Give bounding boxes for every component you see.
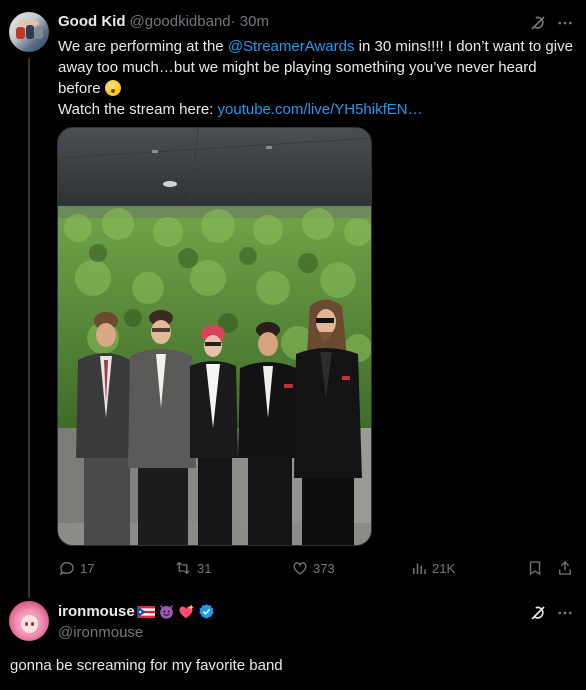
- avatar-goodkid[interactable]: [9, 12, 49, 52]
- author-handle[interactable]: @goodkidband: [130, 13, 231, 30]
- reply-text: gonna be screaming for my favorite band: [10, 657, 283, 674]
- reply-author-handle[interactable]: @ironmouse: [58, 624, 143, 641]
- retweet-icon: [176, 561, 190, 575]
- band-photo-image: [58, 128, 371, 545]
- puerto-rico-flag-icon: [136, 605, 155, 618]
- avatar-ironmouse[interactable]: [9, 601, 49, 641]
- views-count: 21K: [432, 560, 456, 576]
- like-action[interactable]: 373: [291, 558, 335, 578]
- tweet-header: Good Kid @goodkidband · 30m: [58, 13, 269, 30]
- stream-link[interactable]: youtube.com/live/YH5hikfEN…: [218, 101, 423, 118]
- views-chart-icon: [413, 563, 426, 574]
- tweet-text: We are performing at the @StreamerAwards…: [58, 36, 578, 120]
- sparkling-heart-emoji-icon: [177, 603, 195, 620]
- thread-connector-line: [28, 58, 30, 598]
- tweet-photo[interactable]: [57, 127, 372, 546]
- reply-author-name[interactable]: ironmouse: [58, 603, 135, 620]
- reply-action[interactable]: 17: [58, 558, 94, 578]
- hushed-face-emoji-icon: [104, 80, 121, 96]
- heart-icon: [293, 562, 307, 575]
- bookmark-icon: [529, 561, 541, 576]
- reply-more-options-icon[interactable]: [555, 603, 575, 623]
- author-name[interactable]: Good Kid: [58, 13, 126, 30]
- reply-header: ironmouse: [58, 603, 215, 620]
- retweet-action[interactable]: 31: [173, 558, 211, 578]
- share-action[interactable]: [556, 558, 578, 578]
- smiling-devil-emoji-icon: [158, 603, 175, 620]
- reply-icon: [59, 562, 74, 576]
- retweet-count: 31: [197, 560, 212, 576]
- tweet-text-part: We are performing at the: [58, 38, 228, 55]
- bookmark-action[interactable]: [526, 558, 548, 578]
- tweet-time[interactable]: · 30m: [231, 13, 269, 30]
- reply-grok-icon[interactable]: [528, 603, 548, 623]
- tweet-text-part: Watch the stream here:: [58, 101, 218, 118]
- more-options-icon[interactable]: [555, 13, 575, 33]
- grok-icon[interactable]: [528, 13, 548, 33]
- reply-count: 17: [80, 560, 95, 576]
- share-icon: [559, 561, 571, 575]
- mention-link[interactable]: @StreamerAwards: [228, 38, 355, 55]
- like-count: 373: [313, 560, 335, 576]
- verified-badge-icon[interactable]: [198, 603, 215, 620]
- views-action[interactable]: 21K: [410, 558, 455, 578]
